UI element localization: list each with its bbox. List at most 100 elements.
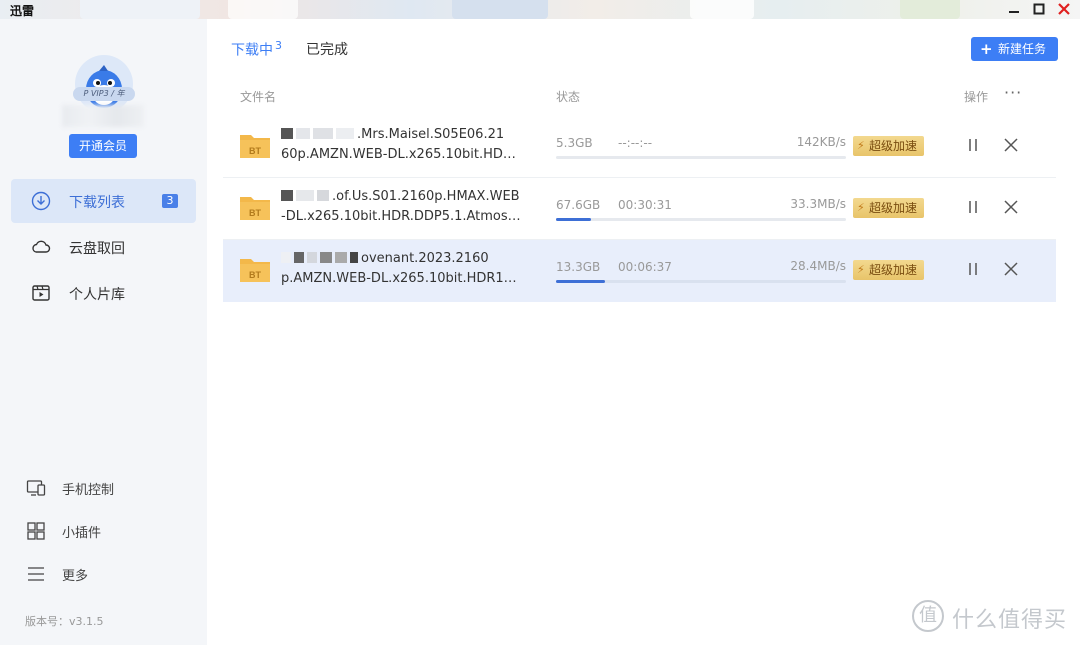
tab-label: 已完成 (306, 42, 348, 58)
redacted-text (307, 252, 317, 263)
download-row[interactable]: BT .Mrs.Maisel.S05E06.21 60p.AMZN.WEB-DL… (223, 116, 1056, 178)
progress-fill (556, 218, 591, 221)
tab-completed[interactable]: 已完成 (306, 39, 348, 59)
pause-icon[interactable] (964, 198, 982, 216)
minimize-button[interactable] (1005, 1, 1023, 17)
redacted-text (281, 128, 293, 139)
progress-bar (556, 218, 846, 221)
redacted-text (317, 190, 329, 201)
lightning-icon: ⚡ (857, 139, 865, 152)
redacted-text (281, 252, 291, 263)
redacted-text (281, 190, 293, 201)
accelerate-label: 超级加速 (869, 201, 918, 215)
redacted-text (296, 128, 310, 139)
phone-control-icon (26, 480, 46, 496)
file-name-line1: .Mrs.Maisel.S05E06.21 (357, 127, 505, 142)
version-label: 版本号：v3.1.5 (25, 615, 104, 628)
sidebar-item-film-library[interactable]: 个人片库 (11, 271, 196, 315)
more-button[interactable]: 更多 (22, 561, 182, 587)
menu-icon (28, 567, 44, 581)
download-speed: 33.3MB/s (790, 197, 846, 211)
tool-label: 小插件 (62, 526, 102, 541)
watermark: 值 什么值得买 (912, 600, 1072, 636)
redacted-text (320, 252, 332, 263)
remaining-time: 00:30:31 (618, 198, 672, 212)
vip-badge: P VIP3 / 年 (73, 87, 135, 101)
sidebar-item-downloads[interactable]: 下载列表 3 (11, 179, 196, 223)
progress-bar (556, 280, 846, 283)
super-accelerate-button[interactable]: ⚡ 超级加速 (853, 136, 924, 156)
file-name-line2: -DL.x265.10bit.HDR.DDP5.1.Atmos… (281, 209, 521, 224)
download-speed: 142KB/s (796, 135, 846, 149)
tab-downloading[interactable]: 下载中 3 (231, 39, 282, 60)
column-header-actions: 操作 (964, 90, 989, 104)
progress-bar (556, 156, 846, 159)
delete-icon[interactable] (1002, 136, 1020, 154)
svg-text:BT: BT (249, 146, 261, 156)
title-bar-decoration (80, 0, 200, 19)
column-header-filename: 文件名 (240, 90, 277, 104)
tool-label: 手机控制 (62, 483, 115, 498)
new-task-label: 新建任务 (998, 42, 1047, 56)
title-bar-decoration (900, 0, 960, 19)
file-size: 67.6GB (556, 198, 601, 212)
progress-fill (556, 280, 606, 283)
bt-folder-icon: BT (240, 197, 270, 220)
title-bar-decoration (452, 0, 548, 19)
redacted-text (350, 252, 358, 263)
lightning-icon: ⚡ (857, 201, 865, 214)
sidebar-item-cloud-retrieve[interactable]: 云盘取回 (11, 225, 196, 269)
super-accelerate-button[interactable]: ⚡ 超级加速 (853, 198, 924, 218)
plugins-button[interactable]: 小插件 (22, 518, 182, 544)
redacted-text (313, 128, 333, 139)
delete-icon[interactable] (1002, 260, 1020, 278)
open-membership-button[interactable]: 开通会员 (69, 134, 137, 158)
svg-text:BT: BT (249, 270, 261, 280)
bt-folder-icon: BT (240, 259, 270, 282)
minimize-icon (1009, 11, 1019, 13)
file-size: 5.3GB (556, 136, 593, 150)
remaining-time: 00:06:37 (618, 260, 672, 274)
file-name-line2: p.AMZN.WEB-DL.x265.10bit.HDR1… (281, 271, 517, 286)
new-task-button[interactable]: + 新建任务 (971, 37, 1058, 61)
title-bar-decoration (690, 0, 754, 19)
file-name-line2: 60p.AMZN.WEB-DL.x265.10bit.HD… (281, 147, 516, 162)
download-row[interactable]: BT .of.Us.S01.2160p.HMAX.WEB -DL.x265.10… (223, 178, 1056, 240)
file-name-line1: .of.Us.S01.2160p.HMAX.WEB (332, 189, 520, 204)
maximize-icon (1033, 3, 1045, 15)
sidebar-item-label: 下载列表 (69, 195, 125, 211)
maximize-button[interactable] (1030, 1, 1048, 17)
delete-icon[interactable] (1002, 198, 1020, 216)
svg-text:BT: BT (249, 208, 261, 218)
film-library-icon (32, 285, 50, 301)
plugin-grid-icon (27, 522, 45, 540)
watermark-logo-icon: 值 (912, 600, 944, 632)
close-icon (1058, 3, 1070, 15)
accelerate-label: 超级加速 (869, 263, 918, 277)
tab-count: 3 (275, 39, 282, 52)
redacted-text (296, 190, 314, 201)
pause-icon[interactable] (964, 260, 982, 278)
pause-icon[interactable] (964, 136, 982, 154)
download-row[interactable]: BT ovenant.2023.2160 p.AMZN.WEB-DL.x265.… (223, 240, 1056, 302)
phone-control-button[interactable]: 手机控制 (22, 475, 182, 501)
file-name: .Mrs.Maisel.S05E06.21 60p.AMZN.WEB-DL.x2… (281, 125, 521, 165)
column-header-status: 状态 (556, 90, 581, 104)
download-speed: 28.4MB/s (790, 259, 846, 273)
lightning-icon: ⚡ (857, 263, 865, 276)
download-circle-icon (31, 191, 51, 211)
close-window-button[interactable] (1055, 1, 1073, 17)
watermark-text: 什么值得买 (952, 608, 1068, 633)
tool-label: 更多 (62, 569, 89, 584)
file-name: ovenant.2023.2160 p.AMZN.WEB-DL.x265.10b… (281, 249, 521, 289)
redacted-text (335, 252, 347, 263)
bt-folder-icon: BT (240, 135, 270, 158)
super-accelerate-button[interactable]: ⚡ 超级加速 (853, 260, 924, 280)
tab-label: 下载中 (231, 42, 273, 59)
username-blurred (62, 105, 144, 127)
redacted-text (336, 128, 354, 139)
main-panel: 下载中 3 已完成 + 新建任务 文件名 状态 操作 ··· BT .Mrs.Ma… (207, 19, 1080, 645)
more-options-icon[interactable]: ··· (1004, 83, 1022, 102)
file-size: 13.3GB (556, 260, 601, 274)
file-name: .of.Us.S01.2160p.HMAX.WEB -DL.x265.10bit… (281, 187, 521, 227)
